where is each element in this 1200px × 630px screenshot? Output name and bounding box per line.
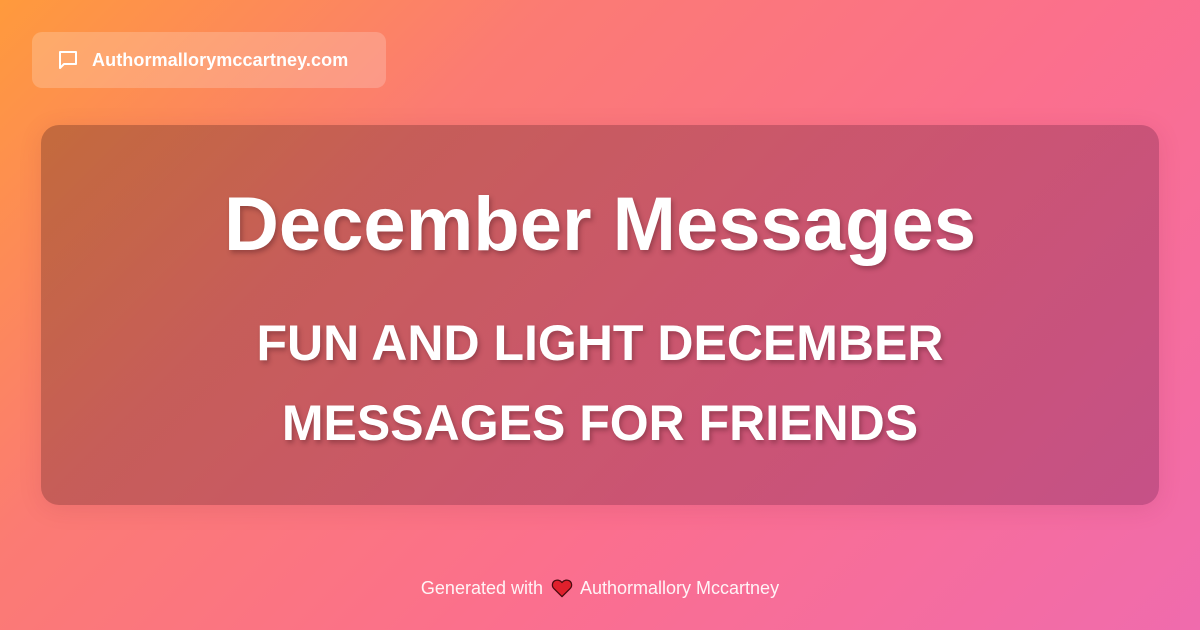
title-card: December Messages Fun and Light December…	[41, 125, 1159, 505]
page-title: December Messages	[224, 182, 976, 267]
page-subtitle: Fun and Light December Messages for Frie…	[256, 315, 944, 451]
site-name[interactable]: Authormallorymccartney.com	[92, 50, 348, 71]
footer-credit: Generated with Authormallory Mccartney	[0, 574, 1200, 602]
heart-icon	[551, 578, 573, 598]
footer-author[interactable]: Authormallory Mccartney	[580, 578, 779, 599]
footer-prefix: Generated with	[420, 577, 543, 598]
site-badge[interactable]: Authormallorymccartney.com	[32, 32, 386, 88]
chat-bubble-icon	[56, 48, 80, 72]
